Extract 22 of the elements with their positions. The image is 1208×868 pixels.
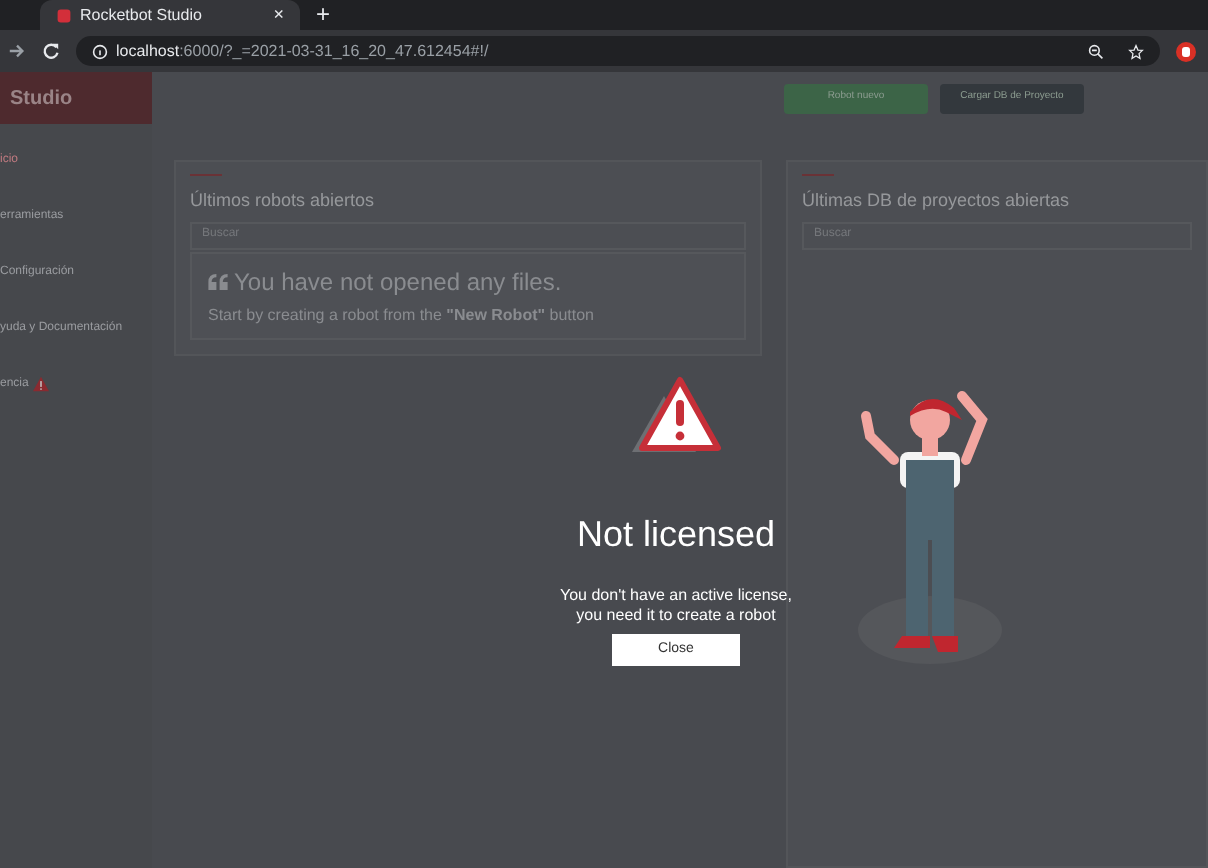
info-icon (92, 43, 108, 59)
reload-icon[interactable] (42, 42, 60, 60)
close-tab-button[interactable]: × (273, 1, 284, 29)
modal-message-line: You don't have an active license, (560, 586, 792, 606)
modal-message-line: you need it to create a robot (576, 606, 776, 626)
url-text: localhost:6000/?_=2021-03-31_16_20_47.612454#!/ (116, 39, 491, 63)
empty-heading: You have not opened any files. (234, 265, 562, 299)
browser-tab[interactable]: Rocketbot Studio × (40, 0, 300, 30)
quote-icon (208, 273, 228, 289)
panel-title: Últimas DB de proyectos abiertas (802, 188, 1072, 214)
zoom-icon[interactable] (1088, 43, 1104, 59)
empty-message: Start by creating a robot from the "New Robot" button (208, 303, 596, 327)
star-icon[interactable] (1128, 43, 1144, 59)
forward-icon[interactable] (8, 42, 26, 60)
logo-icon (56, 7, 72, 23)
brand-title: Studio (10, 85, 73, 113)
address-field[interactable]: localhost:6000/?_=2021-03-31_16_20_47.612454#!/ (76, 36, 1160, 66)
extension-icon[interactable] (1176, 41, 1196, 61)
warning-icon (32, 376, 51, 392)
modal-title: Not licensed (576, 512, 776, 558)
new-tab-button[interactable]: + (316, 0, 331, 30)
panel-title: Últimos robots abiertos (190, 188, 377, 214)
